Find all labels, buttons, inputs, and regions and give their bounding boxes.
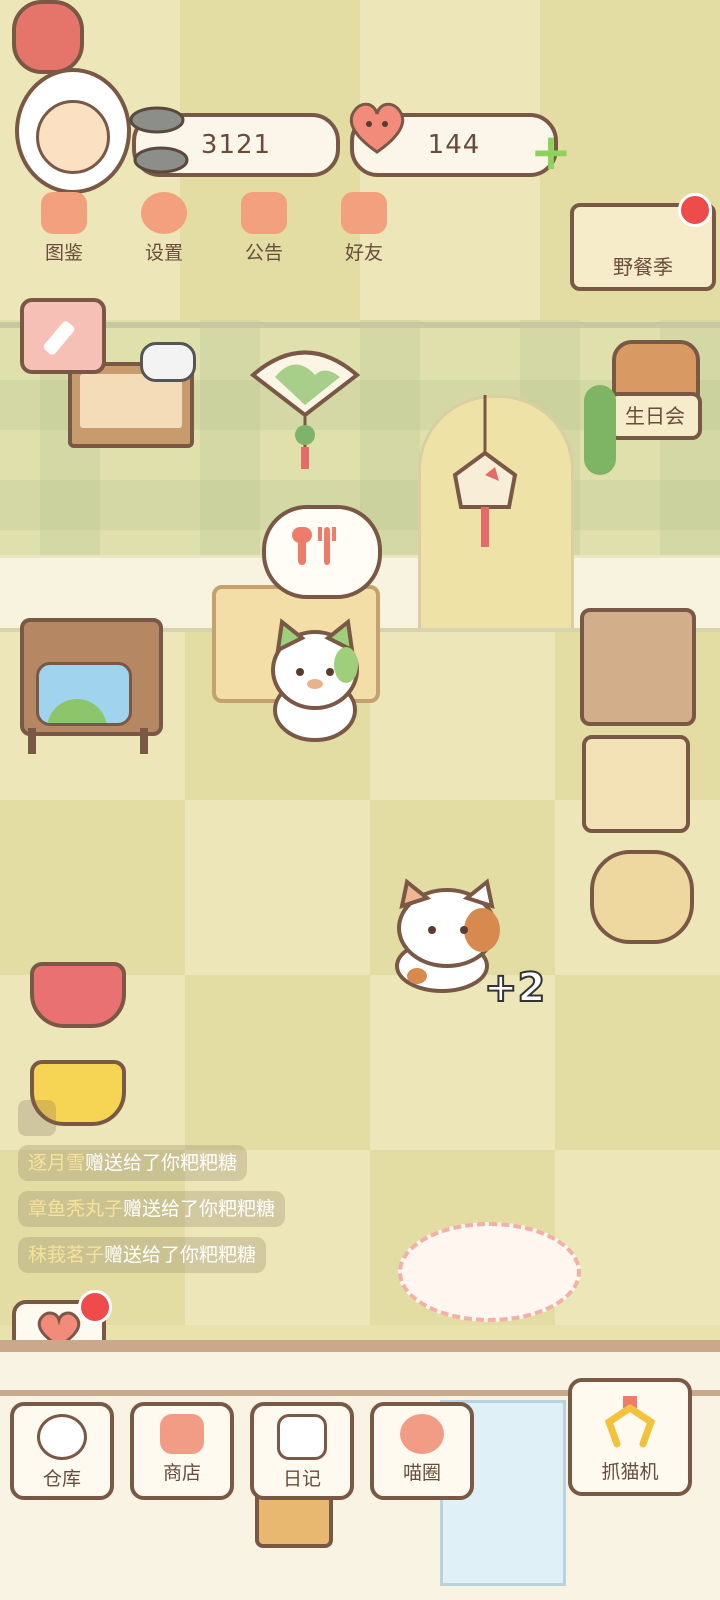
fish-icon	[129, 106, 189, 174]
menu-encyclopedia[interactable]: 图鉴	[20, 192, 108, 265]
feed-text: 赠送给了你粑粑糖	[104, 1244, 257, 1266]
storage-icon	[37, 1414, 87, 1460]
heart-icon	[349, 102, 405, 154]
shelf-furniture[interactable]	[580, 608, 696, 726]
owl-avatar[interactable]	[12, 0, 84, 74]
diary-icon	[277, 1414, 327, 1460]
floating-gain-text: +2	[483, 964, 546, 1012]
claw-icon	[604, 1396, 656, 1448]
top-menu: 图鉴 设置 公告 好友	[20, 192, 408, 265]
menu-label: 好友	[344, 242, 383, 264]
food-bubble[interactable]	[262, 505, 382, 599]
feed-text: 赠送给了你粑粑糖	[123, 1198, 276, 1220]
nav-label: 商店	[162, 1462, 201, 1484]
feed-sender: 章鱼秃丸子	[28, 1198, 124, 1220]
bread-basket[interactable]	[582, 735, 690, 833]
panda-ornament	[140, 342, 196, 382]
tv-leg	[28, 728, 36, 754]
fan-decoration[interactable]	[245, 335, 365, 475]
cat-planet-icon	[400, 1414, 444, 1454]
feed-item: 逐月雪赠送给了你粑粑糖	[18, 1145, 248, 1181]
menu-label: 图鉴	[44, 242, 83, 264]
menu-friends[interactable]: 好友	[320, 192, 408, 265]
nav-cat-circle[interactable]: 喵圈	[370, 1402, 474, 1500]
tv-leg	[140, 728, 148, 754]
notification-dot	[78, 1290, 112, 1324]
food-bowl-red[interactable]	[30, 962, 126, 1028]
birthday-label: 生日会	[625, 404, 685, 428]
nav-label: 仓库	[42, 1468, 81, 1490]
add-hearts-button[interactable]: +	[530, 127, 572, 177]
wall-rail	[0, 322, 720, 328]
feed-sender: 逐月雪	[28, 1152, 86, 1174]
leaf-decoration	[584, 385, 616, 475]
nav-storage[interactable]: 仓库	[10, 1402, 114, 1500]
green-cat[interactable]	[250, 610, 375, 745]
feed-item: 秣莪茗子赠送给了你粑粑糖	[18, 1237, 267, 1273]
player-avatar[interactable]	[15, 68, 131, 194]
nav-shop[interactable]: 商店	[130, 1402, 234, 1500]
bottom-nav: 仓库 商店 日记 喵圈	[10, 1402, 474, 1500]
notification-dot	[678, 193, 712, 227]
shop-icon	[160, 1414, 204, 1454]
fish-count: 3121	[200, 130, 272, 160]
tv-furniture[interactable]	[20, 618, 163, 736]
gift-feed: 逐月雪赠送给了你粑粑糖 章鱼秃丸子赠送给了你粑粑糖 秣莪茗子赠送给了你粑粑糖	[18, 1145, 286, 1273]
gift-icon	[241, 192, 287, 234]
cat-book-icon	[41, 192, 87, 234]
feed-text: 赠送给了你粑粑糖	[85, 1152, 238, 1174]
feed-item: 章鱼秃丸子赠送给了你粑粑糖	[18, 1191, 286, 1227]
nav-label: 喵圈	[402, 1462, 441, 1484]
wind-chime[interactable]	[445, 395, 525, 555]
claw-machine-button[interactable]: 抓猫机	[568, 1378, 692, 1496]
menu-settings[interactable]: 设置	[120, 192, 208, 265]
round-rug[interactable]	[398, 1222, 581, 1322]
gear-icon	[141, 192, 187, 234]
nav-diary[interactable]: 日记	[250, 1402, 354, 1500]
picnic-label: 野餐季	[613, 255, 673, 279]
menu-label: 公告	[244, 242, 283, 264]
menu-label: 设置	[144, 242, 183, 264]
menu-announcements[interactable]: 公告	[220, 192, 308, 265]
friends-icon	[341, 192, 387, 234]
chat-toggle-icon[interactable]	[18, 1100, 56, 1136]
bun-basket[interactable]	[590, 850, 694, 944]
pencil-icon	[43, 321, 75, 355]
fork-spoon-icon	[292, 527, 336, 565]
edit-room-button[interactable]	[20, 298, 106, 374]
claw-label: 抓猫机	[601, 1461, 659, 1483]
heart-count: 144	[427, 130, 481, 160]
birthday-event-button[interactable]: 生日会	[608, 392, 702, 440]
feed-sender: 秣莪茗子	[28, 1244, 105, 1266]
nav-label: 日记	[282, 1468, 321, 1490]
